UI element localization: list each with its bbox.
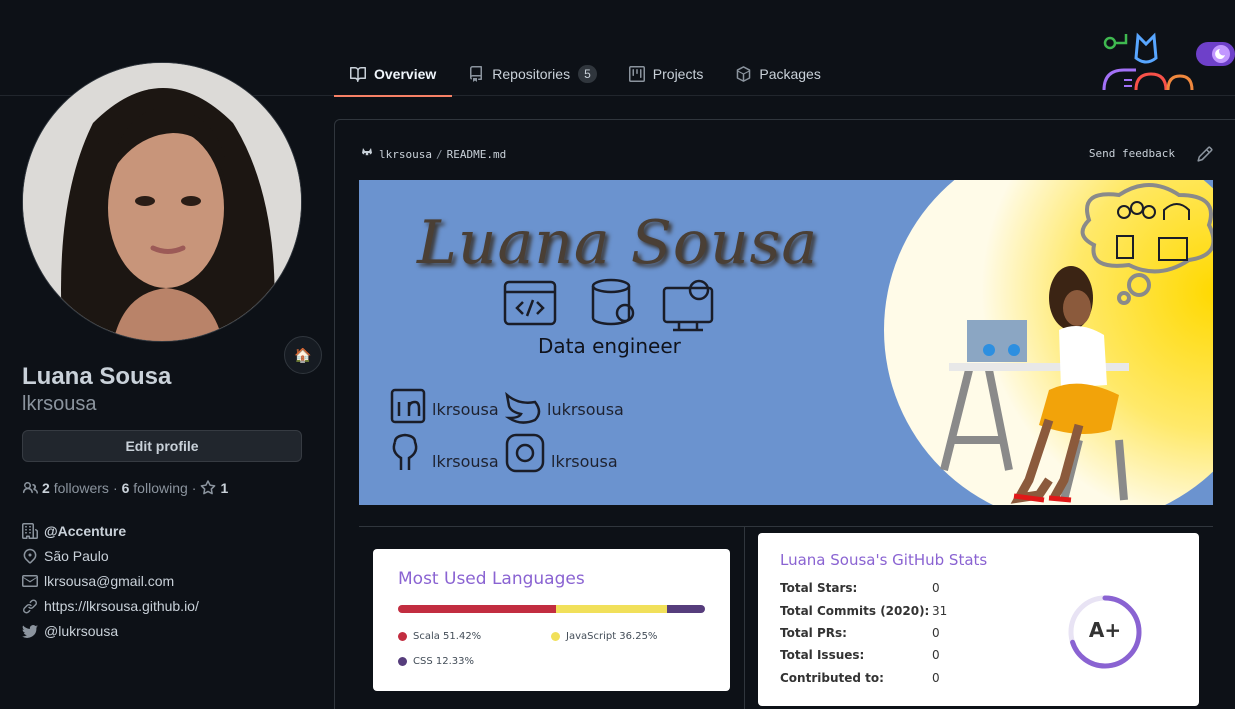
mail-icon <box>22 574 38 587</box>
scala-dot <box>398 632 407 641</box>
website-link[interactable]: https://lkrsousa.github.io/ <box>44 598 199 614</box>
star-icon <box>201 480 216 495</box>
profile-name: Luana Sousa <box>22 363 172 390</box>
banner-instagram: lkrsousa <box>551 452 618 471</box>
stat-label-contributed: Contributed to: <box>780 671 884 685</box>
github-mascot-illustration <box>1102 32 1235 91</box>
stats-divider <box>744 527 745 709</box>
location-text: São Paulo <box>44 547 109 564</box>
readme-file: README.md <box>446 147 507 161</box>
tab-projects-label: Projects <box>652 66 704 82</box>
banner-twitter: lukrsousa <box>547 400 624 419</box>
repo-icon <box>470 66 483 82</box>
email-item: lkrsousa@gmail.com <box>22 568 302 593</box>
github-stats-card[interactable]: Luana Sousa's GitHub Stats Total Stars: … <box>758 533 1199 706</box>
organization-icon <box>22 522 38 539</box>
stats-row: Most Used Languages Scala 51.42% JavaScr… <box>359 526 1213 709</box>
stars-separator: · <box>191 480 197 496</box>
readme-owner[interactable]: lkrsousa <box>379 148 432 161</box>
legend-scala-label: Scala 51.42% <box>413 631 482 642</box>
profile-tabs: Overview Repositories 5 Projects Package… <box>334 52 837 97</box>
stat-value-stars: 0 <box>932 581 940 595</box>
banner-title: Luana Sousa <box>417 208 819 278</box>
twitter-icon <box>22 624 38 638</box>
tab-packages-label: Packages <box>759 66 821 82</box>
readme-banner: Luana Sousa Data engineer lkrsousa lukrs… <box>359 180 1213 505</box>
tab-overview[interactable]: Overview <box>334 52 453 97</box>
legend-css: CSS 12.33% <box>398 656 474 667</box>
send-feedback-link[interactable]: Send feedback <box>1089 147 1175 160</box>
smiley-icon <box>362 148 372 156</box>
javascript-dot <box>551 632 560 641</box>
tab-repositories-label: Repositories <box>492 66 571 82</box>
avatar-photo <box>23 63 301 341</box>
project-icon <box>628 66 645 82</box>
package-icon <box>737 66 751 82</box>
people-icon <box>22 482 38 494</box>
stat-label-issues: Total Issues: <box>780 648 865 662</box>
languages-bar <box>398 605 705 613</box>
follow-separator: · <box>112 480 118 496</box>
stat-value-contributed: 0 <box>932 671 940 685</box>
readme-card: lkrsousa / README.md Send feedback Luana… <box>334 119 1235 709</box>
followers-count: 2 <box>42 480 50 496</box>
followers-label: followers <box>53 480 109 496</box>
tab-projects[interactable]: Projects <box>613 52 720 96</box>
link-icon <box>23 598 38 613</box>
stats-title: Luana Sousa's GitHub Stats <box>780 551 988 569</box>
company-item: @Accenture <box>22 518 302 543</box>
stat-label-prs: Total PRs: <box>780 626 847 640</box>
language-bar-segment <box>667 605 705 613</box>
legend-javascript: JavaScript 36.25% <box>551 631 657 642</box>
profile-details: @Accenture São Paulo lkrsousa@gmail.com … <box>22 518 302 643</box>
twitter-item: @lukrsousa <box>22 618 302 643</box>
profile-sidebar: 🏠 Luana Sousa lkrsousa Edit profile 2 fo… <box>22 62 322 643</box>
tab-repositories[interactable]: Repositories 5 <box>452 52 613 96</box>
email-link[interactable]: lkrsousa@gmail.com <box>44 573 174 589</box>
banner-linkedin: lkrsousa <box>432 400 499 419</box>
rank-grade: A+ <box>1088 618 1122 642</box>
language-bar-segment <box>398 605 556 613</box>
banner-subtitle: Data engineer <box>538 334 681 358</box>
stat-value-issues: 0 <box>932 648 940 662</box>
follow-stats: 2 followers · 6 following · 1 <box>22 480 302 496</box>
house-icon: 🏠 <box>294 346 312 363</box>
book-icon <box>350 66 366 82</box>
legend-javascript-label: JavaScript 36.25% <box>566 631 658 642</box>
following-label: following <box>133 480 188 496</box>
repo-count-badge: 5 <box>578 65 597 83</box>
following-link[interactable]: 6 following <box>122 480 188 496</box>
stars-count: 1 <box>220 480 229 496</box>
edit-profile-button[interactable]: Edit profile <box>22 430 302 462</box>
readme-sep: / <box>435 147 443 161</box>
css-dot <box>398 657 407 666</box>
pencil-icon[interactable] <box>1197 146 1213 162</box>
company-link[interactable]: @Accenture <box>44 523 126 539</box>
stat-value-commits: 31 <box>932 604 948 618</box>
tab-packages[interactable]: Packages <box>719 52 836 96</box>
stat-label-commits: Total Commits (2020): <box>780 604 930 618</box>
legend-css-label: CSS 12.33% <box>413 656 474 667</box>
location-item: São Paulo <box>22 543 302 568</box>
banner-github: lkrsousa <box>432 452 499 471</box>
tab-overview-label: Overview <box>374 66 437 82</box>
readme-path: lkrsousa / README.md <box>359 146 506 162</box>
website-item: https://lkrsousa.github.io/ <box>22 593 302 618</box>
stat-label-stars: Total Stars: <box>780 581 858 595</box>
avatar[interactable] <box>22 62 302 342</box>
location-icon <box>23 548 37 564</box>
twitter-link[interactable]: @lukrsousa <box>44 623 118 639</box>
languages-title: Most Used Languages <box>398 569 585 589</box>
followers-link[interactable]: 2 followers <box>42 480 109 496</box>
following-count: 6 <box>121 480 130 496</box>
set-status-button[interactable]: 🏠 <box>284 336 322 374</box>
legend-scala: Scala 51.42% <box>398 631 481 642</box>
profile-login: lkrsousa <box>22 393 97 415</box>
stat-value-prs: 0 <box>932 626 940 640</box>
language-bar-segment <box>555 605 668 613</box>
stars-link[interactable]: 1 <box>200 480 228 496</box>
languages-card[interactable]: Most Used Languages Scala 51.42% JavaScr… <box>373 549 730 691</box>
